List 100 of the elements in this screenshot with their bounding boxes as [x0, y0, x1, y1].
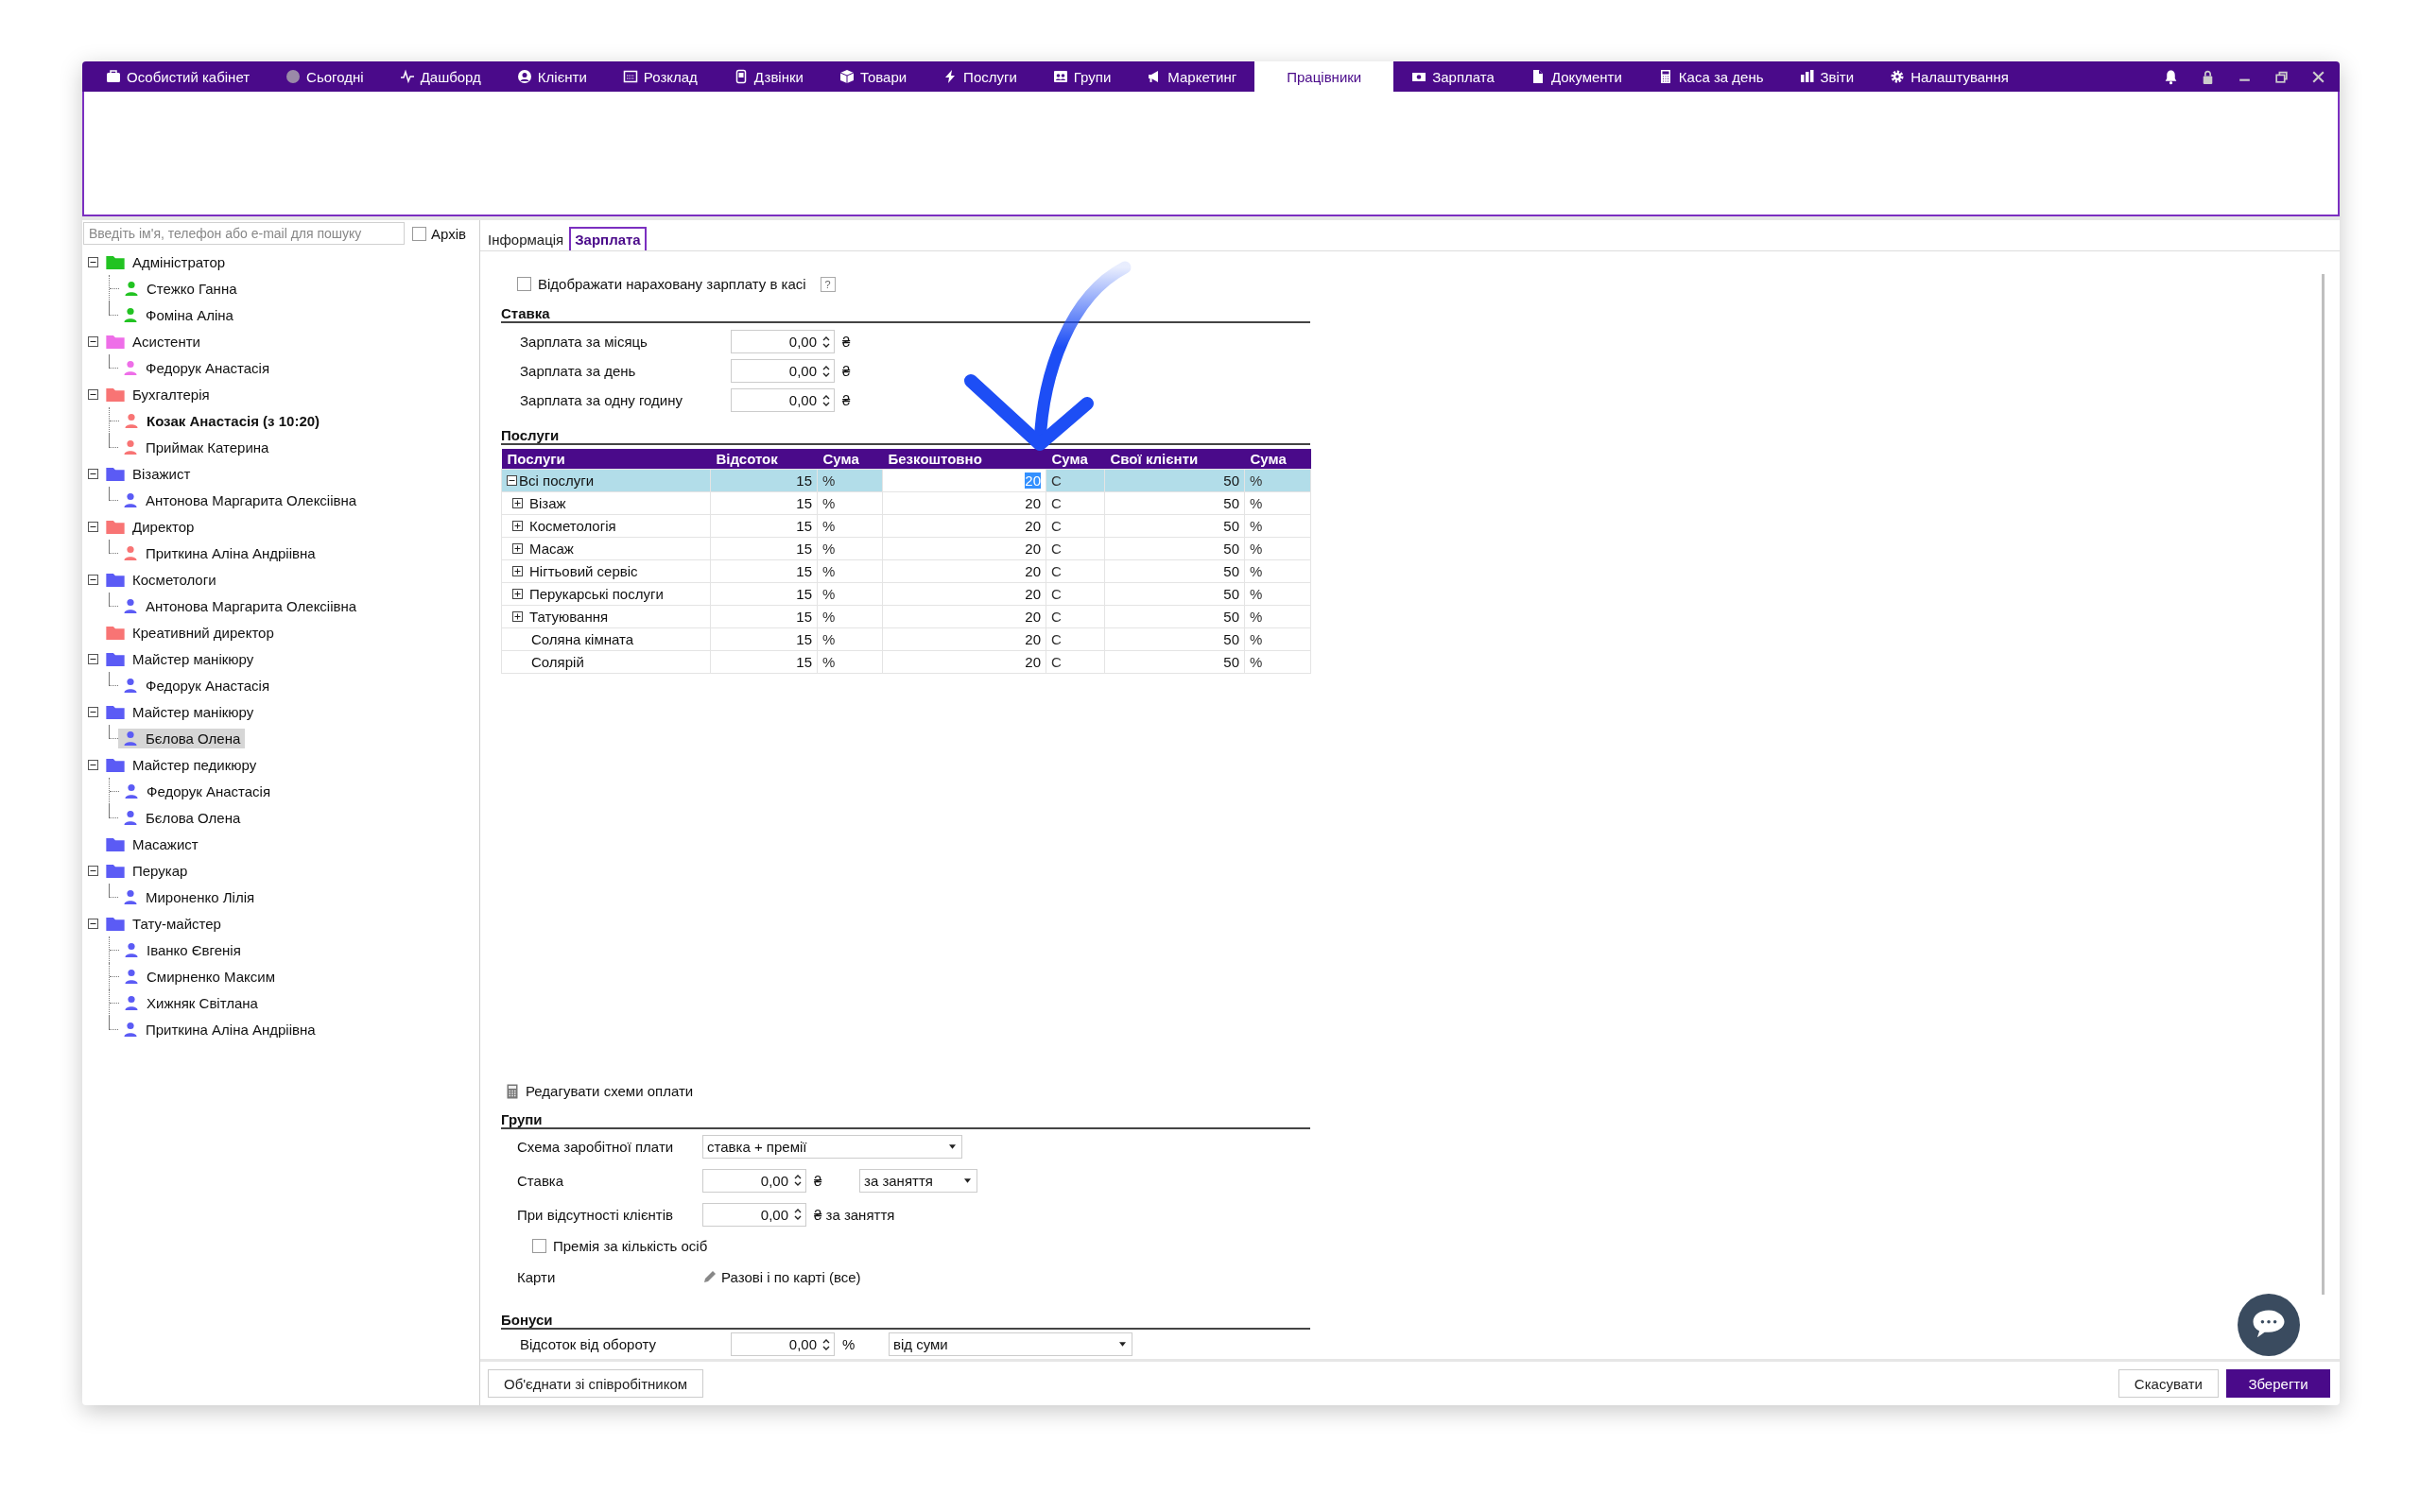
employee-item[interactable]: Антонова Маргарита Олексіівна — [118, 595, 362, 616]
employee-item[interactable]: Стежко Ганна — [119, 278, 242, 299]
employee-item[interactable]: Приймак Катерина — [118, 437, 274, 457]
checkbox[interactable] — [532, 1238, 546, 1253]
employee-item[interactable]: Приткина Аліна Андріівна — [118, 542, 320, 563]
number-field[interactable]: 0,00 — [702, 1168, 806, 1193]
expander-icon[interactable] — [512, 520, 523, 531]
group-label[interactable]: Перукар — [132, 862, 188, 879]
expander-icon[interactable] — [88, 256, 98, 267]
employee-item[interactable]: Мироненко Лілія — [118, 886, 260, 907]
expander-icon[interactable] — [512, 542, 523, 554]
table-row[interactable]: Татуювання 15 % 20 С 50 % — [501, 605, 1311, 627]
cards-link[interactable]: Разові і по карті (все) — [721, 1268, 861, 1285]
employee-item[interactable]: Федорук Анастасія — [119, 781, 276, 801]
column-header: Сума — [817, 449, 883, 469]
employee-item[interactable]: Федорук Анастасія — [118, 675, 275, 696]
group-label[interactable]: Адміністратор — [132, 253, 226, 270]
group-label[interactable]: Асистенти — [132, 333, 200, 350]
archive-checkbox[interactable] — [412, 226, 426, 241]
employee-item[interactable]: Приткина Аліна Андріівна — [118, 1019, 320, 1040]
expander-icon[interactable] — [88, 653, 98, 664]
menu-tab[interactable]: Налаштування — [1872, 61, 2027, 92]
employee-item[interactable]: Антонова Маргарита Олексіівна — [118, 490, 362, 510]
table-row[interactable]: Візаж 15 % 20 С 50 % — [501, 491, 1311, 514]
number-field[interactable]: 0,00 — [702, 1202, 806, 1227]
save-button[interactable]: Зберегти — [2226, 1369, 2330, 1398]
search-field[interactable]: Введіть ім'я, телефон або e-mail для пошуку — [83, 222, 405, 245]
menu-tab[interactable]: Клієнти — [498, 61, 605, 92]
table-row[interactable]: Масаж 15 % 20 С 50 % — [501, 537, 1311, 559]
expander-icon[interactable] — [88, 521, 98, 532]
expander-icon[interactable] — [88, 865, 98, 876]
menu-tab[interactable]: Особистий кабінет — [88, 61, 268, 92]
expander-icon[interactable] — [88, 468, 98, 479]
table-row[interactable]: Нігтьовий сервіс 15 % 20 С 50 % — [501, 559, 1311, 582]
number-field[interactable]: 0,00 — [731, 388, 835, 412]
edit-schemes-link[interactable]: Редагувати схеми оплати — [526, 1083, 694, 1099]
table-row[interactable]: Перукарські послуги 15 % 20 С 50 % — [501, 582, 1311, 605]
employee-item[interactable]: Козак Анастасія (з 10:20) — [119, 410, 325, 431]
menu-tab[interactable]: Групи — [1034, 61, 1130, 92]
menu-tab[interactable]: Дзвінки — [715, 61, 821, 92]
cancel-button[interactable]: Скасувати — [2118, 1369, 2219, 1398]
expander-icon[interactable] — [88, 918, 98, 929]
table-cell: % — [817, 582, 883, 605]
expander-icon[interactable] — [512, 565, 523, 576]
person-icon — [123, 810, 138, 825]
menu-tab[interactable]: Розклад — [604, 61, 716, 92]
employee-item[interactable]: Іванко Євгенія — [119, 939, 246, 960]
expander-icon[interactable] — [512, 610, 523, 622]
menu-tab[interactable]: Товари — [821, 61, 925, 92]
group-label[interactable]: Майстер педикюру — [132, 756, 257, 773]
menu-tab[interactable]: Послуги — [925, 61, 1035, 92]
expander-icon[interactable] — [88, 335, 98, 347]
group-label[interactable]: Візажист — [132, 465, 191, 482]
menu-tab[interactable]: Сьогодні — [268, 61, 382, 92]
employee-item[interactable]: Федорук Анастасія — [118, 357, 275, 378]
period-dropdown[interactable]: за заняття — [859, 1168, 977, 1193]
number-field[interactable]: 0,00 — [731, 1332, 835, 1356]
expander-icon[interactable] — [512, 497, 523, 508]
table-row[interactable]: Соляна кімната 15 % 20 С 50 % — [501, 627, 1311, 650]
group-label[interactable]: Масажист — [132, 835, 199, 852]
tab[interactable]: Зарплата — [569, 227, 647, 250]
expander-icon[interactable] — [88, 574, 98, 585]
group-label[interactable]: Бухгалтерія — [132, 386, 210, 403]
expander-icon[interactable] — [507, 474, 517, 486]
group-label[interactable]: Майстер манікюру — [132, 650, 254, 667]
checkbox[interactable] — [517, 277, 531, 291]
employee-item[interactable]: Хижняк Світлана — [119, 992, 263, 1013]
expander-icon[interactable] — [88, 706, 98, 717]
bell-icon[interactable] — [2163, 68, 2179, 85]
expander-icon[interactable] — [88, 388, 98, 400]
group-label[interactable]: Директор — [132, 518, 195, 535]
menu-tab[interactable]: Каса за день — [1639, 61, 1782, 92]
employee-item[interactable]: Фоміна Аліна — [118, 304, 238, 325]
menu-tab[interactable]: Зарплата — [1393, 61, 1512, 92]
group-label[interactable]: Креативний директор — [132, 624, 274, 641]
basis-dropdown[interactable]: від суми — [889, 1332, 1132, 1356]
merge-button[interactable]: Об'єднати зі співробітником — [488, 1369, 704, 1398]
number-field[interactable]: 0,00 — [731, 330, 835, 353]
group-label[interactable]: Тату-майстер — [132, 915, 221, 932]
employee-item[interactable]: Смирненко Максим — [119, 966, 280, 987]
employee-item[interactable]: Бєлова Олена — [118, 807, 246, 828]
table-row[interactable]: Косметологія 15 % 20 С 50 % — [501, 514, 1311, 537]
menu-tab[interactable]: Дашборд — [381, 61, 499, 92]
scrollbar[interactable] — [2322, 274, 2325, 1295]
help-button[interactable]: ? — [820, 276, 836, 292]
menu-tab[interactable]: Документи — [1512, 61, 1640, 92]
scheme-dropdown[interactable]: ставка + премії — [702, 1134, 962, 1159]
expander-icon[interactable] — [512, 588, 523, 599]
number-field[interactable]: 0,00 — [731, 359, 835, 383]
menu-tab[interactable]: Працівники — [1254, 61, 1394, 92]
tab[interactable]: Інформація — [484, 229, 568, 250]
expander-icon[interactable] — [88, 759, 98, 770]
menu-tab[interactable]: Маркетинг — [1129, 61, 1255, 92]
group-label[interactable]: Косметологи — [132, 571, 216, 588]
employee-item[interactable]: Бєлова Олена — [118, 728, 246, 748]
menu-tab[interactable]: Звіти — [1781, 61, 1873, 92]
group-label[interactable]: Майстер манікюру — [132, 703, 254, 720]
table-row[interactable]: Всі послуги 15 % 20 С 50 % — [501, 469, 1311, 491]
table-row[interactable]: Солярій 15 % 20 С 50 % — [501, 650, 1311, 673]
table-cell: % — [817, 559, 883, 582]
